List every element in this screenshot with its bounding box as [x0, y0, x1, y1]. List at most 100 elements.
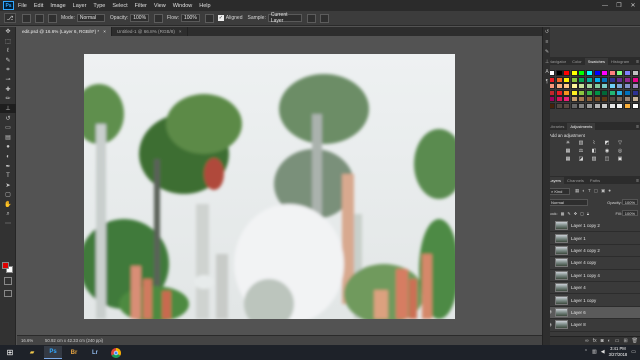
layer-row[interactable]: ◉Layer 6 — [545, 306, 640, 320]
quick-mask-icon[interactable] — [4, 277, 12, 285]
color-swatch[interactable] — [570, 96, 578, 103]
path-select-icon[interactable]: ➤ — [0, 181, 16, 191]
color-swatch[interactable] — [601, 70, 609, 76]
color-swatch[interactable] — [623, 70, 631, 76]
zoom-level[interactable]: 16.6% — [17, 338, 37, 343]
color-swatch[interactable] — [578, 89, 586, 96]
filter-toggle-icon[interactable]: ● — [608, 188, 611, 194]
tab-histogram[interactable]: Histogram — [608, 58, 632, 65]
tab-swatches[interactable]: Swatches — [584, 58, 609, 65]
sample-select[interactable]: Current Layer — [267, 12, 302, 24]
restore-button[interactable]: ❐ — [612, 0, 626, 11]
layer-row[interactable]: ◉Layer 8 — [545, 319, 640, 332]
pen-icon[interactable]: ✒ — [0, 161, 16, 171]
eyedropper-icon[interactable]: ⊸ — [0, 75, 16, 85]
color-swatch[interactable] — [623, 76, 631, 83]
color-swatch[interactable] — [616, 102, 624, 109]
pressure-size-icon[interactable] — [319, 13, 329, 23]
color-swatch[interactable] — [578, 76, 586, 83]
tab-paths[interactable]: Paths — [587, 177, 603, 184]
color-swatch[interactable] — [570, 102, 578, 109]
color-picker-swatches[interactable] — [2, 262, 14, 274]
tab-untitled-1[interactable]: Untitled-1 @ 66.8% (RGB/8) × — [111, 27, 188, 36]
color-swatch[interactable] — [593, 83, 601, 90]
fill-field[interactable]: 100% — [621, 210, 638, 216]
lasso-icon[interactable]: ℓ — [0, 46, 16, 56]
aligned-checkbox[interactable]: ✓ — [217, 15, 224, 21]
gradient-icon[interactable]: ▤ — [0, 133, 16, 143]
panel-menu-icon[interactable]: ≡ — [636, 124, 639, 130]
blend-mode-select[interactable]: Normal — [548, 198, 588, 206]
clone-source-panel-icon[interactable]: ⊥ — [543, 57, 551, 67]
menu-view[interactable]: View — [154, 3, 166, 9]
lock-position-icon[interactable]: ✥ — [574, 211, 577, 216]
layer-style-icon[interactable]: fx — [593, 338, 597, 344]
close-tab-icon[interactable]: × — [179, 29, 182, 34]
type-filter-icon[interactable]: T — [588, 188, 591, 194]
menu-select[interactable]: Select — [112, 3, 127, 9]
layer-row[interactable]: Layer 1 copy 4 — [545, 270, 640, 282]
invert-icon[interactable]: ◪ — [576, 155, 586, 162]
black-white-icon[interactable]: ◧ — [589, 147, 599, 154]
menu-type[interactable]: Type — [93, 3, 105, 9]
menu-image[interactable]: Image — [50, 3, 65, 9]
tab-edit-psd[interactable]: edit.psd @ 16.6% (Layer 6, RGB/8*) * × — [17, 27, 112, 36]
hue-saturation-icon[interactable]: ▦ — [563, 147, 573, 154]
channel-mixer-icon[interactable]: ◎ — [615, 147, 625, 154]
menu-window[interactable]: Window — [173, 3, 193, 9]
color-swatch[interactable] — [608, 70, 616, 76]
hand-icon[interactable]: ✋ — [0, 200, 16, 210]
brush-panel-icon[interactable]: ✎ — [543, 47, 551, 57]
color-swatch[interactable] — [608, 76, 616, 83]
color-swatch[interactable] — [585, 102, 593, 109]
lock-paint-icon[interactable]: ✎ — [567, 211, 570, 216]
color-swatch[interactable] — [585, 83, 593, 90]
color-swatch[interactable] — [570, 89, 578, 96]
photo-filter-icon[interactable]: ◉ — [602, 147, 612, 154]
color-swatch[interactable] — [563, 76, 571, 83]
color-swatch[interactable] — [585, 96, 593, 103]
color-swatch[interactable] — [601, 102, 609, 109]
curves-icon[interactable]: ⌇ — [589, 139, 599, 146]
history-icon[interactable]: ↺ — [543, 27, 551, 37]
lock-all-icon[interactable]: 🔒︎ — [587, 211, 589, 216]
marquee-icon[interactable]: ⬚ — [0, 37, 16, 47]
document-size-info[interactable]: 50.92 cm x 42.33 cm (240 ppi) — [37, 338, 103, 343]
panel-menu-icon[interactable]: ≡ — [636, 59, 639, 65]
smart-filter-icon[interactable]: ▣ — [601, 188, 605, 194]
color-swatch[interactable] — [601, 96, 609, 103]
color-swatch[interactable] — [563, 89, 571, 96]
brush-preset-picker[interactable] — [22, 13, 31, 23]
color-swatch[interactable] — [601, 76, 609, 83]
color-swatch[interactable] — [570, 70, 578, 76]
clock[interactable]: 3:41 PM 3/27/2018 — [609, 346, 628, 357]
color-swatch[interactable] — [593, 76, 601, 83]
menu-help[interactable]: Help — [199, 3, 210, 9]
color-swatch[interactable] — [593, 89, 601, 96]
color-swatch[interactable] — [608, 102, 616, 109]
color-swatch[interactable] — [578, 83, 586, 90]
kind-select[interactable]: ⌕ Kind — [548, 187, 570, 195]
blur-icon[interactable]: ● — [0, 142, 16, 152]
layer-row[interactable]: Layer 4 — [545, 282, 640, 295]
more-tools-icon[interactable]: ⋯ — [0, 219, 16, 229]
adjustment-filter-icon[interactable]: ◐ — [582, 188, 585, 194]
layer-row[interactable]: Layer 1 copy — [545, 294, 640, 307]
layer-row[interactable]: Layer 1 copy 2 — [545, 220, 640, 233]
menu-layer[interactable]: Layer — [73, 3, 87, 9]
color-swatch[interactable] — [563, 96, 571, 103]
layer-row[interactable]: Layer 4 copy — [545, 257, 640, 270]
lock-pixels-icon[interactable]: ▦ — [561, 211, 565, 216]
brightness-contrast-icon[interactable]: ☀ — [563, 139, 573, 146]
file-explorer-icon[interactable]: ▰ — [23, 346, 41, 359]
mode-select[interactable]: Normal — [76, 14, 105, 22]
color-swatch[interactable] — [555, 70, 563, 76]
color-swatch[interactable] — [616, 96, 624, 103]
clone-source-icon[interactable] — [48, 13, 57, 23]
add-mask-icon[interactable]: ◙ — [601, 338, 604, 344]
exposure-icon[interactable]: ◩ — [602, 139, 612, 146]
lightroom-taskbar-icon[interactable]: Lr — [86, 346, 104, 359]
bridge-taskbar-icon[interactable]: Br — [65, 346, 83, 359]
close-window-button[interactable]: ✕ — [626, 0, 640, 11]
threshold-icon[interactable]: ◫ — [602, 155, 612, 162]
